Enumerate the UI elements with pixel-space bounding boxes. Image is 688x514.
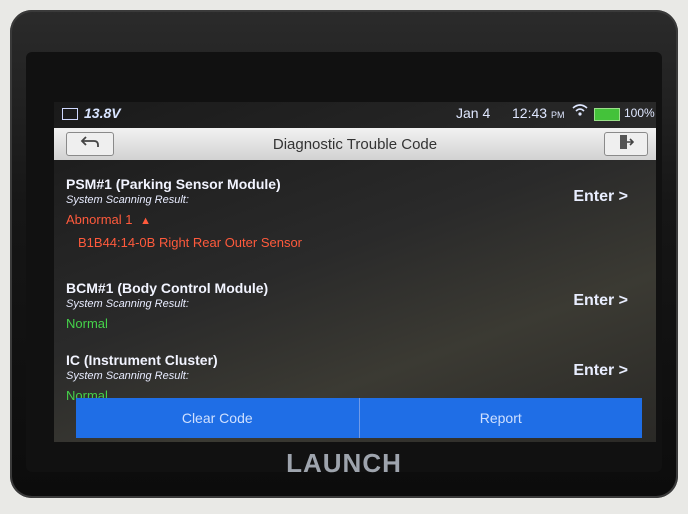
battery-percent: 100%	[624, 106, 655, 120]
module-item-psm: PSM#1 (Parking Sensor Module) System Sca…	[66, 176, 646, 250]
scan-result-label: System Scanning Result:	[66, 298, 189, 310]
status-ampm: PM	[550, 110, 565, 120]
voltage-readout: 13.8V	[84, 105, 121, 121]
voltage-unit: V	[111, 105, 121, 121]
brand-logo: LAUNCH	[286, 448, 402, 478]
status-abnormal[interactable]: Abnormal 1 ▲	[66, 212, 646, 227]
clear-code-button[interactable]: Clear Code	[76, 398, 359, 438]
title-bar: Diagnostic Trouble Code	[54, 128, 656, 160]
status-bar: 13.8V Jan 4 12:43 PM 100%	[54, 102, 656, 124]
exit-button[interactable]	[604, 132, 648, 156]
module-name: BCM#1 (Body Control Module)	[66, 280, 269, 296]
status-date: Jan 4	[456, 105, 491, 121]
module-list: PSM#1 (Parking Sensor Module) System Sca…	[54, 166, 656, 403]
exit-icon	[618, 134, 635, 154]
dtc-entry: B1B44:14-0B Right Rear Outer Sensor	[78, 235, 303, 250]
screen: 13.8V Jan 4 12:43 PM 100% Diagnostic Tro…	[54, 102, 656, 442]
enter-button-psm[interactable]: Enter >	[573, 188, 628, 206]
vehicle-battery-icon	[62, 108, 78, 120]
scan-result-label: System Scanning Result:	[66, 370, 189, 382]
status-text: Abnormal 1	[66, 212, 133, 227]
status-time: 12:43 PM	[512, 105, 564, 121]
battery-icon	[594, 108, 620, 121]
triangle-up-icon: ▲	[140, 215, 151, 227]
module-name: PSM#1 (Parking Sensor Module)	[66, 176, 281, 192]
report-button[interactable]: Report	[358, 398, 643, 438]
enter-button-bcm[interactable]: Enter >	[573, 292, 628, 310]
status-normal: Normal	[66, 316, 108, 331]
voltage-value: 13.8	[84, 105, 112, 121]
scan-result-label: System Scanning Result:	[66, 194, 189, 206]
module-name: IC (Instrument Cluster)	[66, 352, 218, 368]
module-item-bcm: BCM#1 (Body Control Module) System Scann…	[66, 280, 646, 331]
enter-button-ic[interactable]: Enter >	[573, 362, 628, 380]
wifi-icon	[572, 103, 588, 120]
status-time-value: 12:43	[512, 105, 548, 121]
page-title: Diagnostic Trouble Code	[272, 136, 438, 153]
action-bar: Clear Code Report	[76, 398, 642, 438]
module-item-ic: IC (Instrument Cluster) System Scanning …	[66, 352, 646, 403]
